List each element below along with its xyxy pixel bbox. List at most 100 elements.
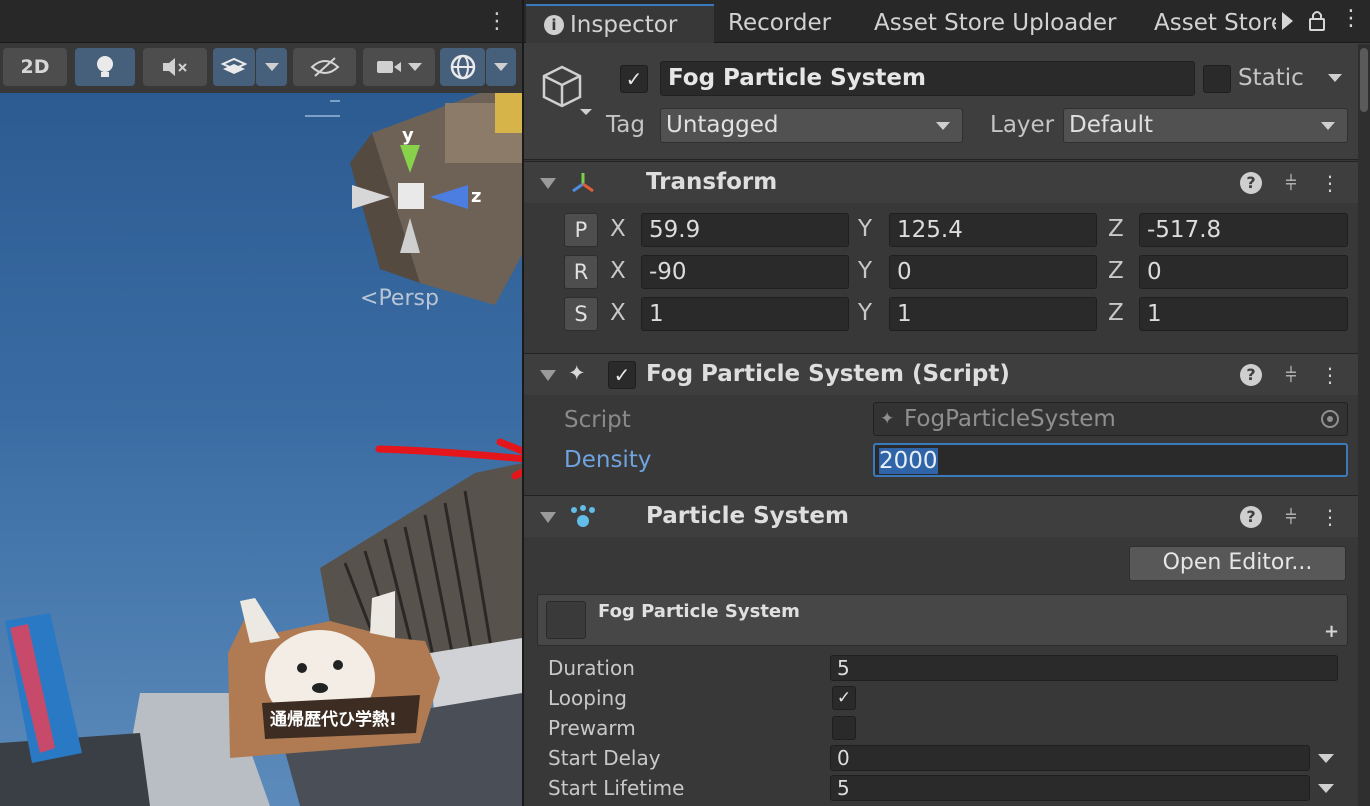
add-module-icon[interactable]: +: [1324, 621, 1339, 642]
tab-scroll-right-icon[interactable]: [1282, 12, 1293, 30]
camera-settings-button[interactable]: [363, 48, 435, 86]
start-lifetime-label: Start Lifetime: [548, 776, 685, 800]
tab-asset-store-uploader[interactable]: Asset Store Uploader: [874, 4, 1116, 43]
rotation-z-field[interactable]: 0: [1139, 255, 1348, 289]
duration-field[interactable]: 5: [830, 655, 1338, 681]
start-lifetime-field[interactable]: 5: [830, 775, 1310, 801]
density-field[interactable]: 2000: [873, 443, 1348, 477]
more-options-icon[interactable]: ⋮: [1340, 6, 1362, 31]
scale-z-label[interactable]: Z: [1108, 300, 1124, 326]
more-options-icon[interactable]: ⋮: [486, 8, 508, 36]
annotation-arrow: [375, 438, 522, 480]
position-button[interactable]: P: [564, 213, 598, 247]
effects-toggle-button[interactable]: [213, 48, 255, 86]
scale-x-label[interactable]: X: [610, 300, 626, 326]
perspective-label: Persp: [378, 286, 439, 311]
help-icon[interactable]: ?: [1240, 364, 1262, 386]
tab-asset-store[interactable]: Asset Store: [1154, 4, 1276, 43]
gameobject-cube-icon[interactable]: [540, 63, 596, 119]
more-options-icon[interactable]: ⋮: [1318, 362, 1342, 388]
particle-system-body: Open Editor... Fog Particle System + Dur…: [524, 537, 1370, 806]
presets-icon[interactable]: ⫩: [1279, 362, 1303, 388]
prewarm-label: Prewarm: [548, 716, 636, 740]
tab-recorder[interactable]: Recorder: [728, 4, 831, 43]
scene-tab-bar: ⋮: [0, 0, 522, 43]
rotation-y-label[interactable]: Y: [858, 258, 872, 284]
looping-checkbox[interactable]: ✓: [832, 686, 856, 710]
panda-nose: [312, 683, 328, 693]
module-header[interactable]: Fog Particle System +: [537, 594, 1348, 646]
position-y-label[interactable]: Y: [858, 216, 872, 242]
tag-label: Tag: [606, 112, 645, 138]
static-label: Static: [1238, 65, 1304, 91]
lock-icon[interactable]: [1308, 9, 1326, 31]
scrollbar-thumb[interactable]: [1360, 48, 1368, 112]
prewarm-checkbox[interactable]: [832, 716, 856, 740]
tab-inspector[interactable]: i Inspector: [526, 4, 714, 43]
module-thumbnail: [546, 601, 586, 639]
position-x-field[interactable]: 59.9: [641, 213, 849, 247]
static-checkbox[interactable]: [1203, 65, 1231, 93]
script-enabled-checkbox[interactable]: ✓: [608, 361, 636, 389]
visibility-icon: [310, 57, 339, 77]
scene-toolbar: 2D: [0, 43, 522, 93]
foldout-arrow-icon[interactable]: [540, 512, 556, 523]
position-z-field[interactable]: -517.8: [1139, 213, 1348, 247]
presets-icon[interactable]: ⫩: [1279, 170, 1303, 196]
inspector-scrollbar[interactable]: [1358, 44, 1370, 806]
start-lifetime-mode-icon[interactable]: [1318, 784, 1334, 793]
scene-view[interactable]: ⋮ 2D 通帰歴代ひ学熱! y z <Persp: [0, 0, 522, 806]
audio-toggle-button[interactable]: [143, 48, 207, 86]
static-dropdown-icon[interactable]: [1328, 74, 1342, 82]
info-icon: i: [544, 15, 564, 35]
active-checkbox[interactable]: ✓: [620, 65, 648, 93]
presets-icon[interactable]: ⫩: [1279, 504, 1303, 530]
rotation-x-field[interactable]: -90: [641, 255, 849, 289]
object-picker-icon[interactable]: [1321, 410, 1339, 428]
position-x-label[interactable]: X: [610, 216, 626, 242]
help-icon[interactable]: ?: [1240, 172, 1262, 194]
scale-x-field[interactable]: 1: [641, 297, 849, 331]
position-z-label[interactable]: Z: [1108, 216, 1124, 242]
rotation-button[interactable]: R: [564, 255, 598, 289]
lighting-toggle-button[interactable]: [75, 48, 135, 86]
particle-system-icon: [571, 505, 595, 527]
foldout-arrow-icon[interactable]: [540, 178, 556, 189]
open-editor-button[interactable]: Open Editor...: [1129, 546, 1346, 581]
rotation-z-label[interactable]: Z: [1108, 258, 1124, 284]
start-delay-label: Start Delay: [548, 746, 661, 770]
help-icon[interactable]: ?: [1240, 506, 1262, 528]
perspective-toggle[interactable]: <Persp: [360, 286, 439, 311]
tag-dropdown[interactable]: Untagged: [660, 108, 963, 143]
visibility-toggle-button[interactable]: [293, 48, 356, 86]
script-object-field[interactable]: ✦ FogParticleSystem: [873, 402, 1348, 436]
gameobject-name-field[interactable]: Fog Particle System: [660, 61, 1195, 96]
gizmos-toggle-button[interactable]: [440, 48, 485, 86]
duration-label: Duration: [548, 656, 635, 680]
scale-y-label[interactable]: Y: [858, 300, 872, 326]
toggle-2d-label: 2D: [20, 56, 50, 78]
particle-system-header[interactable]: Particle System ? ⫩ ⋮: [524, 495, 1370, 537]
scale-button[interactable]: S: [564, 297, 598, 331]
effects-dropdown-button[interactable]: [256, 48, 287, 86]
gizmo-center-cube[interactable]: [398, 183, 424, 209]
layer-value: Default: [1069, 112, 1154, 138]
rotation-y-field[interactable]: 0: [889, 255, 1097, 289]
inspector-window: i Inspector Recorder Asset Store Uploade…: [522, 0, 1370, 806]
toggle-2d-button[interactable]: 2D: [3, 48, 67, 86]
start-delay-field[interactable]: 0: [830, 745, 1310, 771]
layer-dropdown[interactable]: Default: [1063, 108, 1348, 143]
start-delay-mode-icon[interactable]: [1318, 754, 1334, 763]
script-component-header[interactable]: ✦ ✓ Fog Particle System (Script) ? ⫩ ⋮: [524, 353, 1370, 395]
gizmos-dropdown-button[interactable]: [486, 48, 516, 86]
scale-y-field[interactable]: 1: [889, 297, 1097, 331]
density-label[interactable]: Density: [564, 447, 651, 473]
gizmo-z-label: z: [471, 186, 482, 207]
rotation-x-label[interactable]: X: [610, 258, 626, 284]
foldout-arrow-icon[interactable]: [540, 370, 556, 381]
more-options-icon[interactable]: ⋮: [1318, 504, 1342, 530]
more-options-icon[interactable]: ⋮: [1318, 170, 1342, 196]
transform-header[interactable]: Transform ? ⫩ ⋮: [524, 161, 1370, 203]
scale-z-field[interactable]: 1: [1139, 297, 1348, 331]
position-y-field[interactable]: 125.4: [889, 213, 1097, 247]
